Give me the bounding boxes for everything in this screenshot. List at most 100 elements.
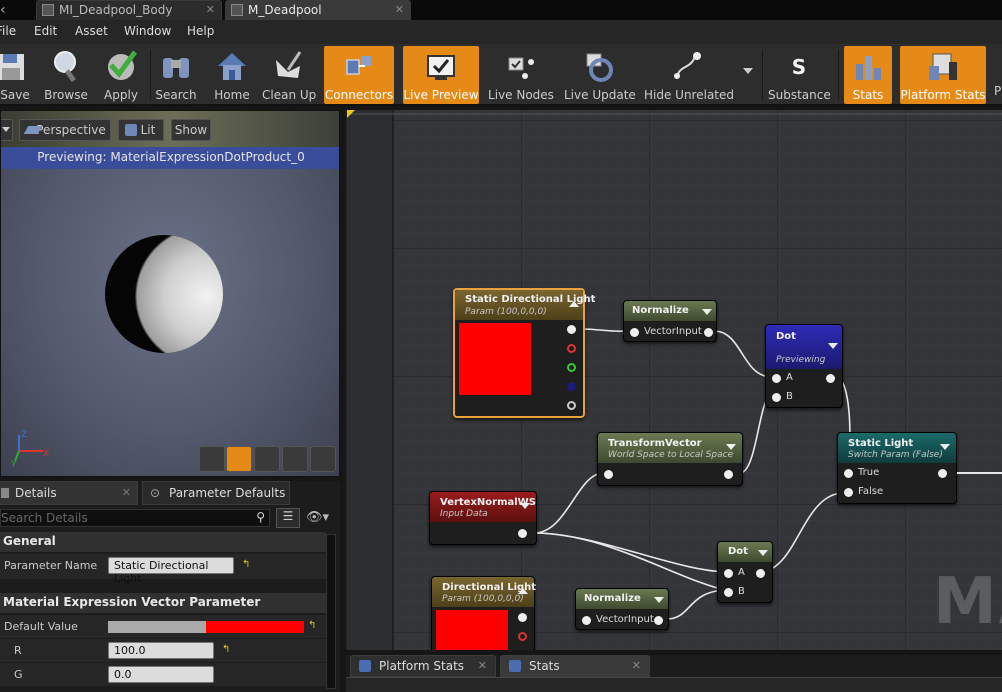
false-input-pin[interactable] [844, 488, 853, 497]
collapse-arrow-icon[interactable] [518, 588, 528, 594]
menu-help[interactable]: Help [187, 24, 214, 38]
menu-file[interactable]: File [0, 24, 16, 38]
preview-viewport[interactable]: Perspective Lit Show Previewing: Materia… [0, 110, 340, 477]
node-normalize[interactable]: Normalize VectorInput [575, 588, 669, 630]
details-scrollbar[interactable] [326, 534, 336, 689]
g-value-field[interactable]: 0.0 [108, 666, 214, 683]
node-normalize[interactable]: Normalize VectorInput [623, 300, 717, 342]
stats-button[interactable]: Stats [844, 46, 892, 104]
input-pin[interactable] [604, 470, 613, 479]
section-material-expression-vector-parameter[interactable]: Material Expression Vector Parameter [0, 593, 326, 613]
node-static-directional-light[interactable]: Static Directional Light Param (100,0,0,… [453, 288, 595, 418]
save-button[interactable]: Save [0, 46, 30, 104]
g-output-pin[interactable] [567, 363, 576, 372]
view-options-button[interactable]: ☰ [276, 508, 300, 528]
close-icon[interactable]: ✕ [478, 659, 487, 672]
live-preview-button[interactable]: Live Preview [403, 46, 479, 104]
tab-m-deadpool[interactable]: M_Deadpool ✕ [225, 0, 411, 20]
back-arrow-icon[interactable]: ‹ [0, 2, 10, 18]
expand-arrow-icon[interactable] [654, 597, 664, 603]
a-input-pin[interactable] [724, 569, 733, 578]
b-input-pin[interactable] [724, 588, 733, 597]
home-button[interactable]: Home [212, 46, 252, 104]
close-icon[interactable]: ✕ [206, 3, 215, 16]
tab-platform-stats[interactable]: Platform Stats ✕ [350, 655, 496, 677]
tab-details[interactable]: Details ✕ [0, 481, 138, 505]
live-update-button[interactable]: Live Update [564, 46, 636, 104]
b-output-pin[interactable] [567, 382, 576, 391]
node-vertex-normal-ws[interactable]: VertexNormalWS Input Data [429, 491, 537, 545]
r-output-pin[interactable] [518, 632, 527, 641]
collapse-arrow-icon[interactable] [569, 301, 579, 307]
expand-arrow-icon[interactable] [758, 550, 768, 556]
vector-input-pin[interactable] [582, 616, 591, 625]
a-output-pin[interactable] [567, 401, 576, 410]
menu-window[interactable]: Window [124, 24, 171, 38]
r-value-field[interactable]: 100.0 [108, 642, 214, 659]
live-nodes-icon [508, 57, 534, 79]
eye-icon[interactable]: 👁▾ [306, 510, 329, 525]
expand-arrow-icon[interactable] [726, 444, 736, 450]
true-input-pin[interactable] [844, 469, 853, 478]
section-general[interactable]: General [0, 532, 326, 552]
output-pin[interactable] [518, 529, 527, 538]
r-output-pin[interactable] [567, 344, 576, 353]
svg-text:X: X [43, 449, 49, 459]
close-icon[interactable]: ✕ [395, 3, 404, 16]
output-pin[interactable] [938, 469, 947, 478]
rgb-output-pin[interactable] [567, 325, 576, 334]
parameter-name-field[interactable]: Static Directional Light [108, 557, 234, 585]
viewport-options-button[interactable] [1, 119, 13, 141]
show-button[interactable]: Show [171, 119, 211, 141]
expand-arrow-icon[interactable] [940, 444, 950, 450]
cylinder-preview-icon[interactable] [199, 446, 225, 472]
cube-preview-icon[interactable] [282, 446, 308, 472]
clean-up-button[interactable]: Clean Up [262, 46, 316, 104]
tab-stats[interactable]: Stats ✕ [500, 655, 650, 677]
b-input-pin[interactable] [772, 393, 781, 402]
output-pin[interactable] [826, 374, 835, 383]
output-pin[interactable] [756, 569, 765, 578]
toolbar-overflow-chevron-down-icon[interactable] [743, 68, 753, 74]
hide-unrelated-button[interactable]: Hide Unrelated [644, 46, 734, 104]
output-pin[interactable] [704, 328, 713, 337]
reset-arrow-icon[interactable]: ↰ [222, 644, 230, 655]
search-button[interactable]: Search [154, 46, 198, 104]
teapot-preview-icon[interactable] [310, 446, 336, 472]
menu-asset[interactable]: Asset [75, 24, 108, 38]
sphere-preview-icon[interactable] [226, 446, 252, 472]
connectors-button[interactable]: Connectors [324, 46, 394, 104]
close-icon[interactable]: ✕ [122, 486, 131, 499]
menu-edit[interactable]: Edit [34, 24, 57, 38]
node-dot-previewing[interactable]: Dot Previewing A B [765, 324, 843, 408]
browse-button[interactable]: Browse [42, 46, 90, 104]
reset-arrow-icon[interactable]: ↰ [242, 559, 250, 570]
node-dot[interactable]: Dot A B [717, 541, 773, 603]
rgb-output-pin[interactable] [518, 613, 527, 622]
output-pin[interactable] [724, 470, 733, 479]
tab-mi-deadpool-body[interactable]: MI_Deadpool_Body ✕ [36, 0, 222, 20]
expand-arrow-icon[interactable] [520, 503, 530, 509]
tab-parameter-defaults[interactable]: ⊙ Parameter Defaults [142, 481, 290, 505]
toolbar-truncated-item[interactable]: P [994, 84, 1001, 98]
default-value-color-swatch[interactable] [108, 621, 304, 633]
search-input[interactable]: Search Details ⚲ [0, 509, 270, 527]
node-directional-light[interactable]: Directional Light Param (100,0,0,0) [431, 576, 536, 650]
expand-arrow-icon[interactable] [828, 343, 838, 349]
lit-button[interactable]: Lit [118, 119, 164, 141]
a-input-pin[interactable] [772, 374, 781, 383]
perspective-button[interactable]: Perspective [19, 119, 111, 141]
node-transform-vector[interactable]: TransformVector World Space to Local Spa… [597, 432, 743, 486]
close-icon[interactable]: ✕ [632, 659, 641, 672]
node-static-light[interactable]: Static Light Switch Param (False) True F… [837, 432, 957, 504]
platform-stats-button[interactable]: Platform Stats [900, 46, 986, 104]
reset-arrow-icon[interactable]: ↰ [308, 620, 316, 631]
plane-preview-icon[interactable] [254, 446, 280, 472]
output-pin[interactable] [654, 616, 663, 625]
live-nodes-button[interactable]: Live Nodes [488, 46, 554, 104]
expand-arrow-icon[interactable] [702, 309, 712, 315]
material-graph-canvas[interactable]: Static Directional Light Param (100,0,0,… [346, 110, 1002, 650]
vector-input-pin[interactable] [630, 328, 639, 337]
apply-button[interactable]: Apply [100, 46, 142, 104]
substance-button[interactable]: S Substance [768, 46, 831, 104]
